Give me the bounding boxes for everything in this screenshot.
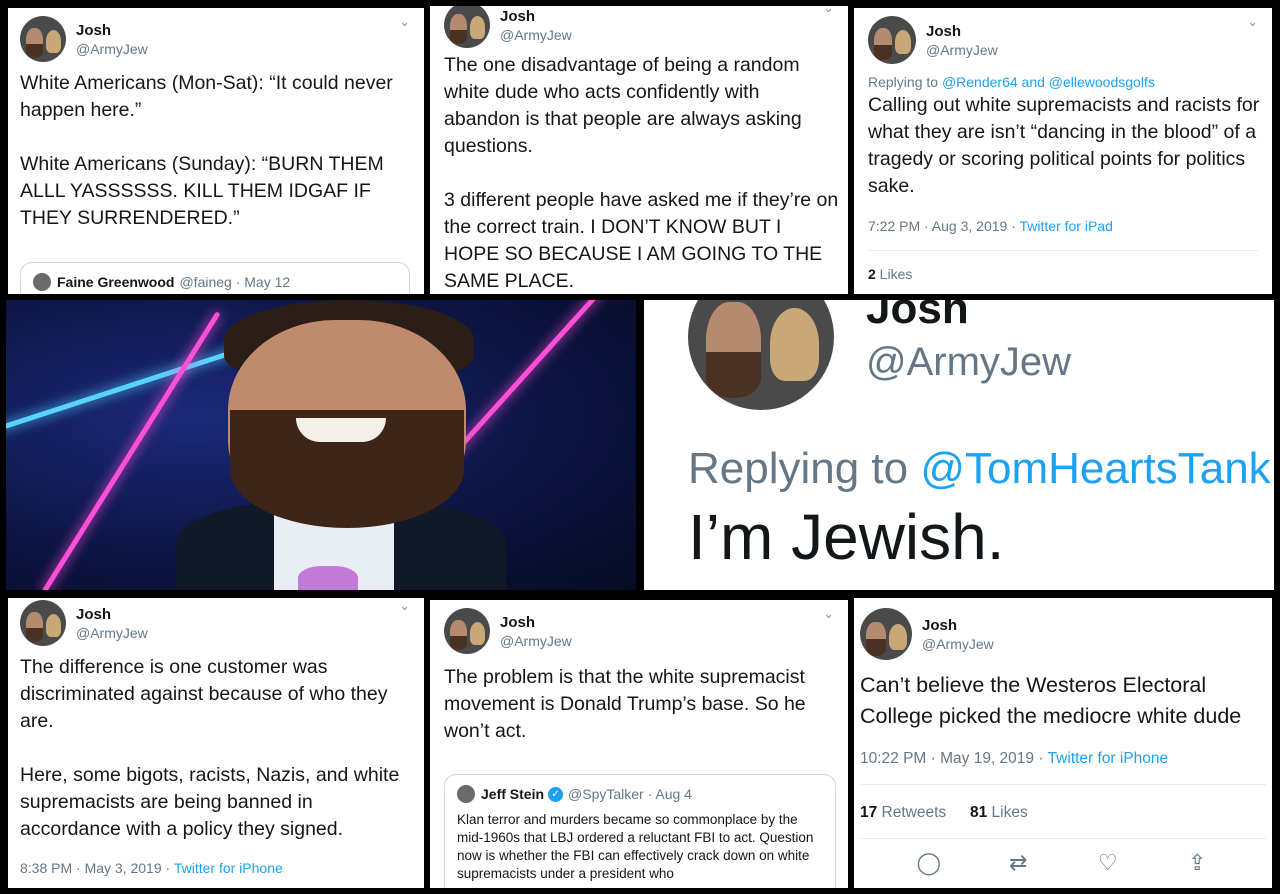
timestamp[interactable]: 10:22 PM · May 19, 2019 · [860, 750, 1048, 767]
verified-icon: ✓ [548, 786, 564, 802]
avatar[interactable] [860, 608, 912, 660]
tweet-source[interactable]: Twitter for iPhone [174, 860, 283, 876]
like-icon[interactable]: ♡ [1088, 850, 1128, 876]
quoted-author-handle: @faineg · May 12 [179, 274, 291, 290]
timestamp[interactable]: 7:22 PM · Aug 3, 2019 · [868, 218, 1020, 234]
author-name[interactable]: Josh [76, 606, 148, 623]
likes-label: Likes [875, 266, 913, 282]
avatar[interactable] [688, 300, 834, 410]
author-handle[interactable]: @ArmyJew [500, 633, 572, 649]
avatar [457, 785, 475, 803]
divider [860, 784, 1266, 785]
author-name[interactable]: Josh [922, 617, 994, 634]
replying-to-prefix: Replying to [688, 444, 921, 493]
chevron-down-icon[interactable]: ⌄ [823, 606, 834, 622]
quoted-tweet[interactable]: Jeff Stein ✓ @SpyTalker · Aug 4 Klan ter… [444, 774, 836, 888]
chevron-down-icon[interactable]: ⌄ [399, 598, 410, 614]
replying-to-handles[interactable]: @Render64 and @ellewoodsgolfs [942, 74, 1155, 90]
avatar [33, 273, 51, 291]
likes-number: 81 [970, 804, 988, 821]
quoted-tweet-text: Klan terror and murders became so common… [457, 812, 814, 881]
author-handle[interactable]: @ArmyJew [922, 636, 994, 652]
likes-label: Likes [987, 804, 1028, 821]
profile-photo [6, 300, 636, 590]
retweets-label: Retweets [877, 804, 947, 821]
tweet-source[interactable]: Twitter for iPhone [1048, 750, 1169, 767]
replying-to: Replying to @TomHeartsTank [688, 444, 1271, 494]
tweet-text: White Americans (Mon-Sat): “It could nev… [20, 72, 393, 229]
author-handle[interactable]: @ArmyJew [926, 42, 998, 58]
author-handle[interactable]: @ArmyJew [76, 625, 148, 641]
likes-number: 2 [868, 266, 876, 282]
author-handle[interactable]: @ArmyJew [500, 27, 572, 43]
chevron-down-icon[interactable]: ⌄ [399, 14, 410, 30]
tweet-text: I’m Jewish. [688, 501, 1005, 573]
tweet-text: The difference is one customer was discr… [20, 656, 400, 840]
tweet-card-5: Josh @ArmyJew ⌄ The difference is one cu… [8, 598, 424, 888]
tweet-card-4: Josh @ArmyJew Replying to @TomHeartsTank… [644, 300, 1274, 590]
reply-icon[interactable]: ◯ [909, 850, 949, 876]
tweet-text: The problem is that the white supremacis… [444, 666, 806, 742]
tweet-meta: 10:22 PM · May 19, 2019 · Twitter for iP… [860, 750, 1168, 768]
tweet-text: The one disadvantage of being a random w… [444, 54, 839, 292]
tweet-header: Josh @ArmyJew [444, 6, 572, 48]
author-name[interactable]: Josh [926, 23, 998, 40]
author-handle[interactable]: @ArmyJew [866, 340, 1071, 385]
author-name[interactable]: Josh [500, 8, 572, 25]
chevron-down-icon[interactable]: ⌄ [1247, 14, 1258, 30]
avatar[interactable] [444, 6, 490, 48]
tweet-header: Josh @ArmyJew [444, 608, 572, 654]
quoted-author-name: Faine Greenwood [57, 274, 175, 290]
retweets-number: 17 [860, 804, 878, 821]
tweet-card-3: Josh @ArmyJew ⌄ Replying to @Render64 an… [854, 8, 1272, 294]
replying-to: Replying to @Render64 and @ellewoodsgolf… [868, 74, 1155, 90]
author-name[interactable]: Josh [866, 300, 969, 334]
tweet-header: Josh @ArmyJew [20, 600, 148, 646]
tweet-header: Josh @ArmyJew [860, 608, 994, 660]
tweet-header: Josh @ArmyJew [20, 16, 148, 62]
tweet-meta: 7:22 PM · Aug 3, 2019 · Twitter for iPad [868, 218, 1113, 234]
replying-to-prefix: Replying to [868, 74, 942, 90]
retweet-icon[interactable]: ⇄ [998, 850, 1038, 876]
avatar[interactable] [868, 16, 916, 64]
likes-count[interactable]: 81 Likes [970, 804, 1028, 822]
retweets-count[interactable]: 17 Retweets [860, 804, 946, 822]
replying-to-handles[interactable]: @TomHeartsTank [920, 444, 1270, 493]
avatar[interactable] [444, 608, 490, 654]
avatar[interactable] [20, 16, 66, 62]
tweet-source[interactable]: Twitter for iPad [1020, 218, 1113, 234]
likes-count[interactable]: 2 Likes [868, 266, 912, 282]
tweet-meta: 8:38 PM · May 3, 2019 · Twitter for iPho… [20, 860, 283, 876]
tweet-text: Calling out white supremacists and racis… [868, 94, 1260, 197]
author-name[interactable]: Josh [500, 614, 572, 631]
chevron-down-icon[interactable]: ⌄ [823, 6, 834, 16]
quoted-tweet[interactable]: Faine Greenwood @faineg · May 12 [20, 262, 410, 294]
tweet-header: Josh @ArmyJew [868, 16, 998, 64]
tweet-card-1: Josh @ArmyJew ⌄ White Americans (Mon-Sat… [8, 8, 424, 294]
quoted-author-handle: @SpyTalker · Aug 4 [568, 786, 692, 802]
tweet-card-2: Josh @ArmyJew ⌄ The one disadvantage of … [430, 6, 848, 294]
timestamp[interactable]: 8:38 PM · May 3, 2019 · [20, 860, 174, 876]
quoted-author-name: Jeff Stein [481, 786, 545, 802]
divider [868, 250, 1258, 251]
tweet-actions: ◯ ⇄ ♡ ⇪ [854, 850, 1272, 876]
tweet-card-7: Josh @ArmyJew Can’t believe the Westeros… [854, 598, 1272, 888]
author-handle[interactable]: @ArmyJew [76, 41, 148, 57]
avatar[interactable] [20, 600, 66, 646]
share-icon[interactable]: ⇪ [1177, 850, 1217, 876]
tweet-text: Can’t believe the Westeros Electoral Col… [860, 673, 1242, 728]
divider [860, 838, 1266, 839]
tweet-card-6: Josh @ArmyJew ⌄ The problem is that the … [430, 600, 848, 888]
author-name[interactable]: Josh [76, 22, 148, 39]
